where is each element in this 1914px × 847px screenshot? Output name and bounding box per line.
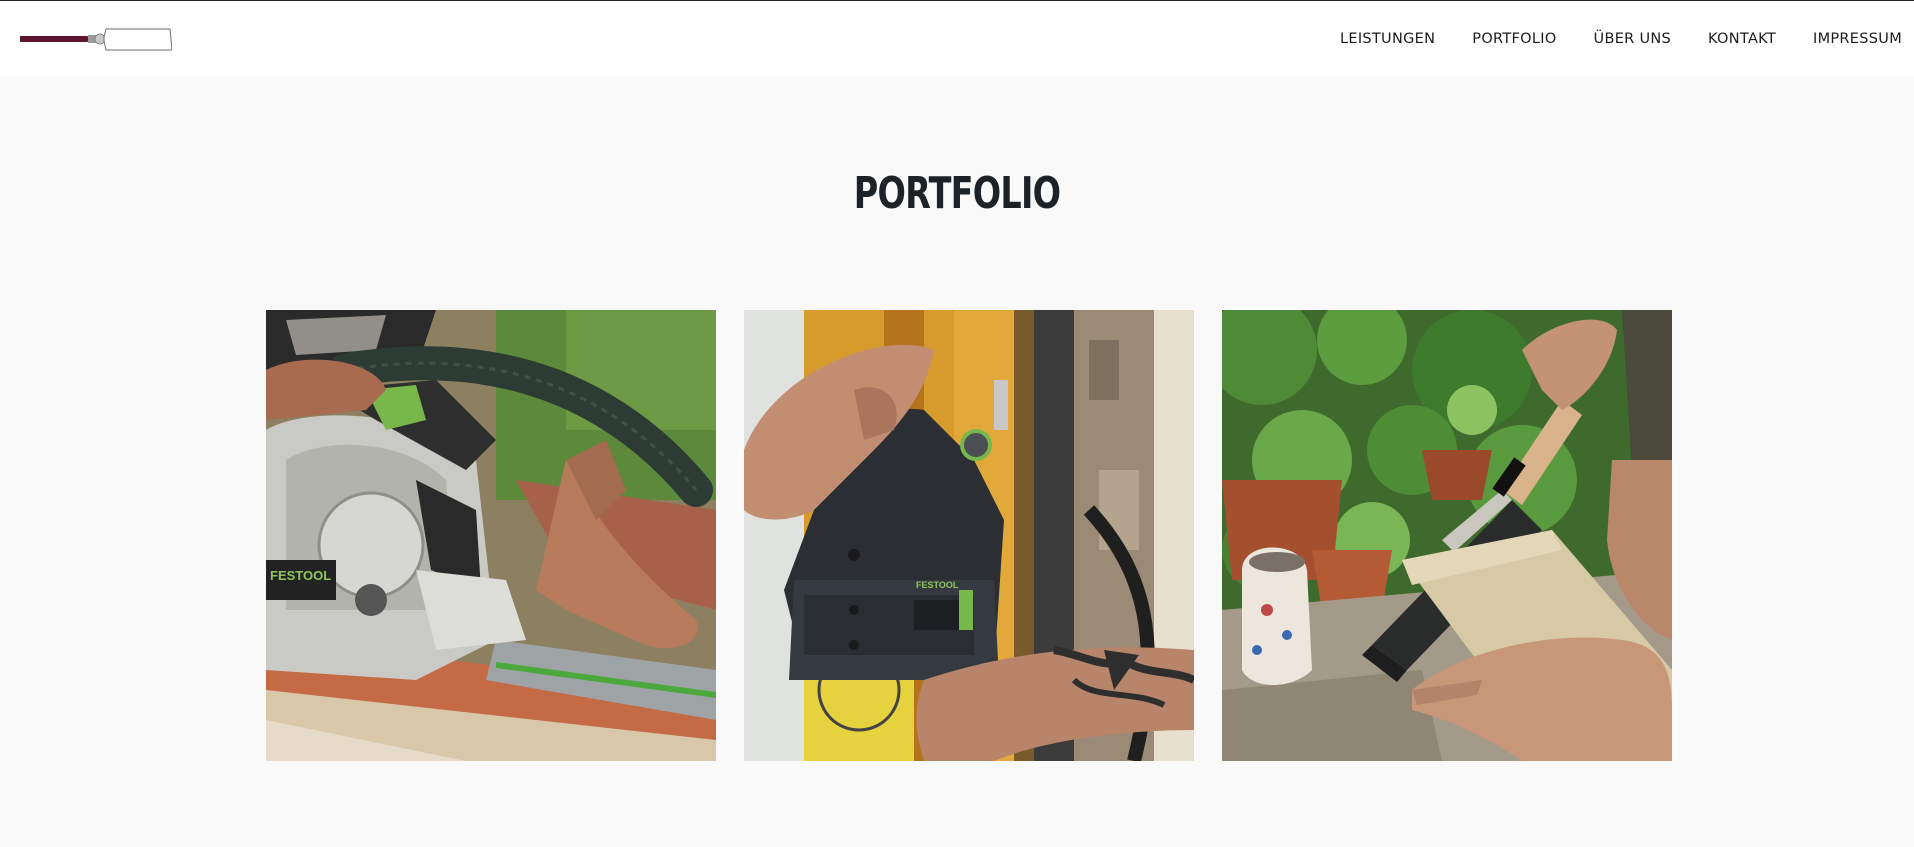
nav-link-portfolio[interactable]: PORTFOLIO — [1472, 31, 1556, 47]
portfolio-gallery: FESTOOL FESTOOL — [266, 310, 1672, 761]
festool-brand-label: FESTOOL — [916, 580, 959, 590]
nav-link-impressum[interactable]: IMPRESSUM — [1813, 31, 1902, 47]
nav-link-kontakt[interactable]: KONTAKT — [1708, 31, 1776, 47]
nav-link-leistungen[interactable]: LEISTUNGEN — [1340, 31, 1435, 47]
festool-brand-label: FESTOOL — [270, 568, 331, 583]
cordless-drill-door-frame-photo: FESTOOL — [744, 310, 1194, 761]
circular-saw-photo: FESTOOL — [266, 310, 716, 761]
chisel-logo-icon — [20, 28, 172, 50]
site-header: LEISTUNGEN PORTFOLIO ÜBER UNS KONTAKT IM… — [0, 1, 1914, 76]
portfolio-item-door-frame[interactable]: FESTOOL — [744, 310, 1194, 761]
hand-saw-garden-photo — [1222, 310, 1672, 761]
portfolio-item-hand-saw[interactable] — [1222, 310, 1672, 761]
main-nav: LEISTUNGEN PORTFOLIO ÜBER UNS KONTAKT IM… — [1340, 31, 1902, 47]
page-title: PORTFOLIO — [853, 168, 1061, 219]
nav-link-ueber-uns[interactable]: ÜBER UNS — [1594, 31, 1671, 47]
portfolio-item-circular-saw[interactable]: FESTOOL — [266, 310, 716, 761]
site-logo[interactable] — [20, 26, 172, 52]
